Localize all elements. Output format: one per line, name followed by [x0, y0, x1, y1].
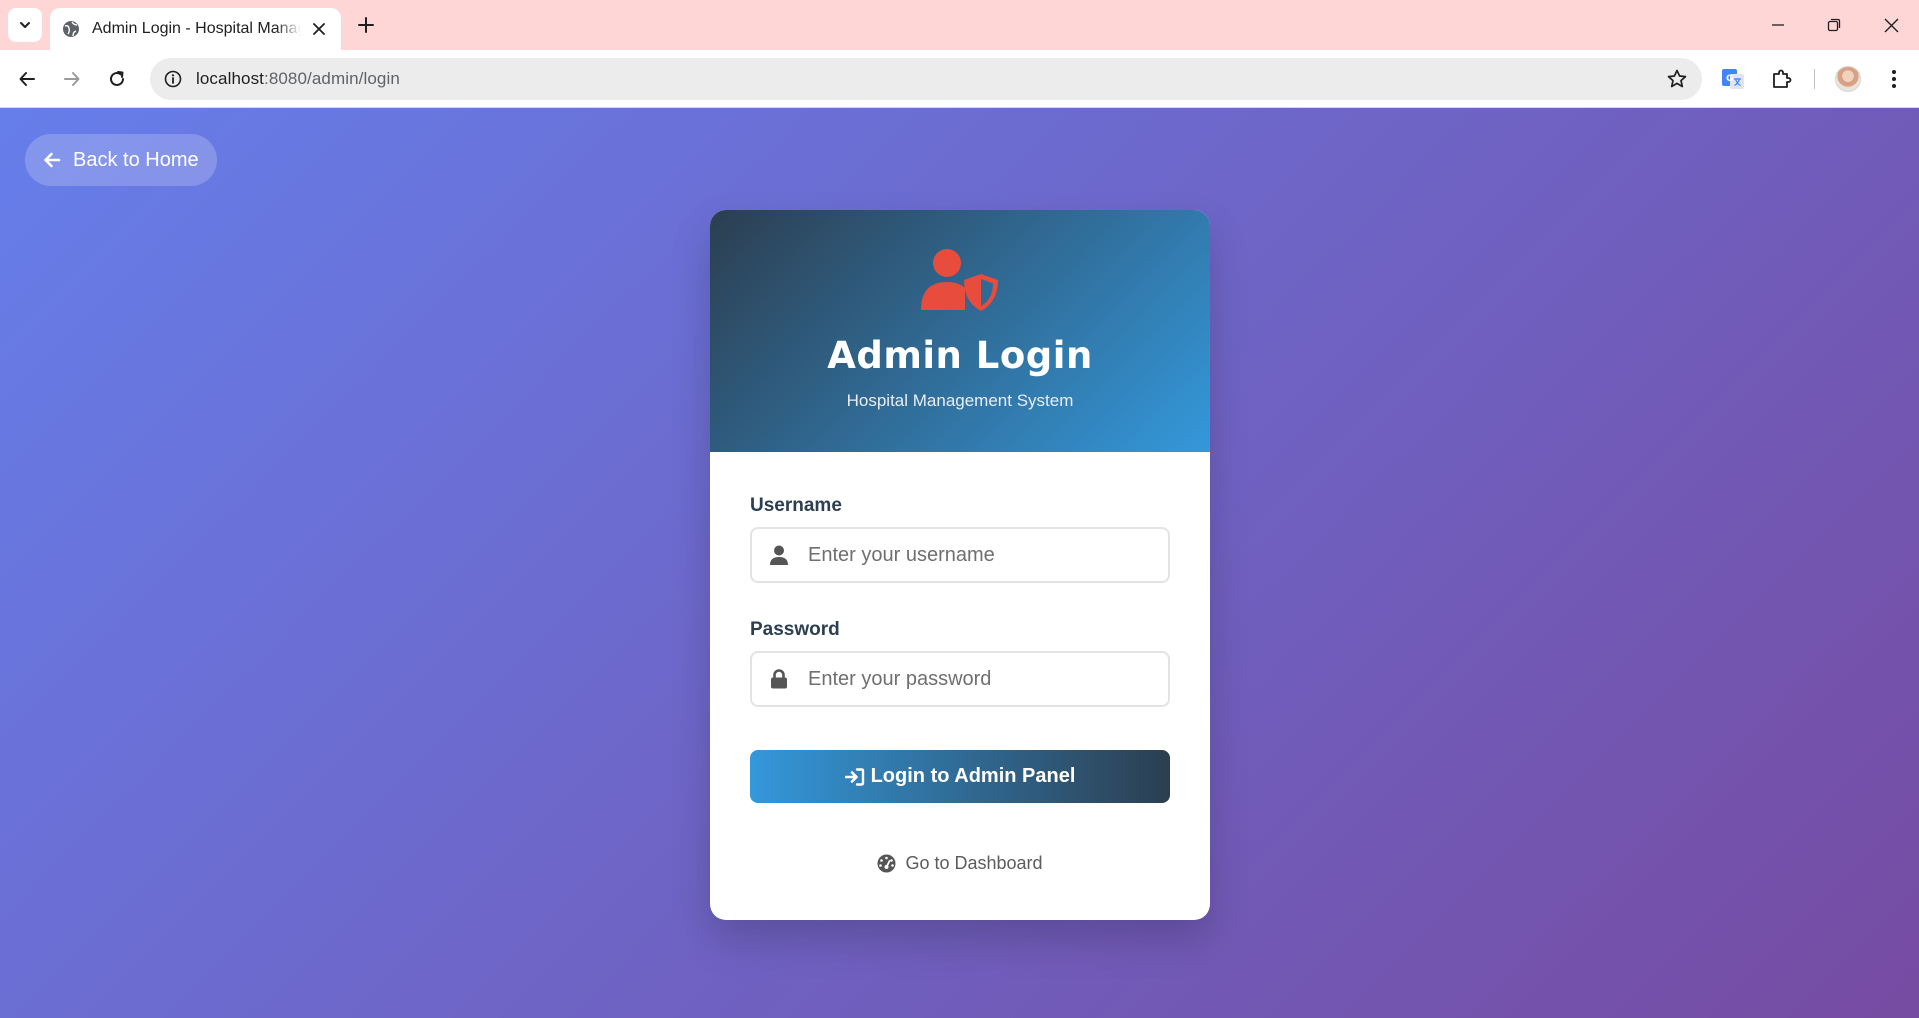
profile-avatar[interactable] — [1835, 66, 1861, 92]
page-background: Back to Home Admin Login Hospital Manage… — [0, 108, 1919, 1018]
username-input[interactable] — [808, 543, 1148, 567]
minimize-icon — [1772, 24, 1784, 26]
lock-icon — [769, 669, 789, 689]
toolbar-divider — [1814, 69, 1815, 89]
new-tab-button[interactable] — [354, 13, 378, 37]
tab-title: Admin Login - Hospital Management System — [92, 20, 301, 37]
minimize-button[interactable] — [1765, 12, 1791, 38]
back-to-home-button[interactable]: Back to Home — [25, 134, 217, 186]
browser-toolbar: localhost:8080/admin/login G — [0, 50, 1919, 108]
back-button[interactable] — [13, 65, 41, 93]
password-label: Password — [750, 619, 840, 640]
go-to-dashboard-link[interactable]: Go to Dashboard — [710, 853, 1210, 874]
address-bar[interactable]: localhost:8080/admin/login — [150, 58, 1702, 100]
tab-search-button[interactable] — [8, 8, 42, 42]
plus-icon — [358, 17, 374, 33]
login-card-header: Admin Login Hospital Management System — [710, 210, 1210, 452]
login-button[interactable]: Login to Admin Panel — [750, 750, 1170, 803]
puzzle-icon — [1773, 69, 1792, 88]
restore-icon — [1827, 18, 1841, 32]
browser-tab-strip: Admin Login - Hospital Management System — [0, 0, 1919, 50]
go-to-dashboard-label: Go to Dashboard — [905, 853, 1043, 873]
url-path: :8080/admin/login — [264, 69, 400, 88]
close-window-button[interactable] — [1878, 12, 1904, 38]
password-field[interactable] — [750, 651, 1170, 707]
url-text: localhost:8080/admin/login — [196, 69, 400, 89]
arrow-left-icon — [19, 72, 35, 86]
gauge-icon — [877, 854, 896, 873]
login-button-label: Login to Admin Panel — [870, 765, 1076, 787]
browser-menu-button[interactable] — [1880, 65, 1908, 93]
globe-icon — [63, 21, 79, 37]
site-info-icon[interactable] — [163, 69, 183, 89]
arrow-left-icon — [44, 152, 61, 168]
chevron-down-icon — [20, 22, 30, 28]
password-input[interactable] — [808, 667, 1148, 691]
page-subtitle: Hospital Management System — [846, 391, 1074, 410]
svg-text:G: G — [1726, 74, 1733, 84]
login-card: Admin Login Hospital Management System U… — [710, 210, 1210, 920]
reload-button[interactable] — [103, 65, 131, 93]
more-vertical-icon — [1892, 70, 1896, 88]
close-icon — [1884, 18, 1898, 32]
extensions-button[interactable] — [1768, 65, 1796, 93]
username-field[interactable] — [750, 527, 1170, 583]
back-to-home-label: Back to Home — [73, 148, 199, 171]
username-label: Username — [750, 495, 842, 516]
sign-in-icon — [844, 767, 864, 786]
bookmark-star-icon[interactable] — [1666, 68, 1688, 90]
restore-button[interactable] — [1821, 12, 1847, 38]
translate-extension-button[interactable]: G — [1719, 65, 1747, 93]
close-tab-icon[interactable] — [309, 19, 329, 39]
user-shield-icon — [921, 249, 998, 311]
google-translate-icon: G — [1722, 69, 1744, 89]
url-host: localhost — [196, 69, 264, 88]
arrow-right-icon — [64, 72, 80, 86]
page-title: Admin Login — [827, 334, 1093, 377]
forward-button[interactable] — [58, 65, 86, 93]
user-icon — [769, 545, 789, 565]
reload-icon — [110, 71, 124, 86]
browser-tab-active[interactable]: Admin Login - Hospital Management System — [50, 8, 341, 50]
